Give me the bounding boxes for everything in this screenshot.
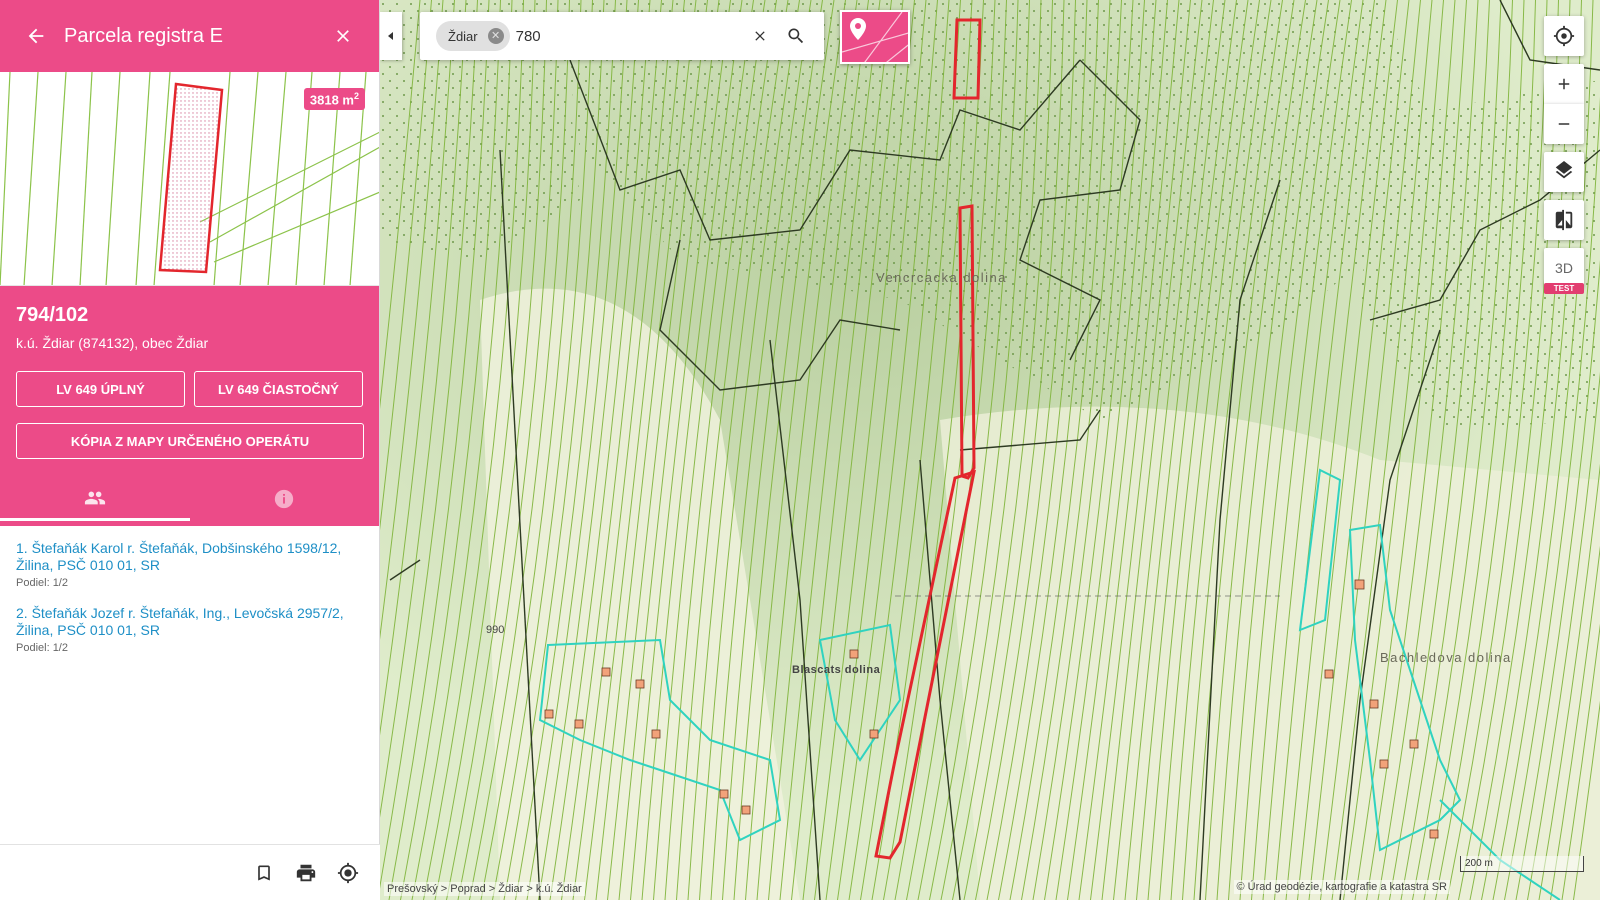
list-item: 1. Štefaňák Karol r. Štefaňák, Dobšinské… — [16, 540, 363, 589]
elevation-label: 990 — [486, 624, 505, 636]
panel-footer — [0, 844, 380, 900]
close-panel-button[interactable] — [325, 18, 361, 54]
compare-icon — [1555, 209, 1573, 231]
cadastral-map-drawing — [380, 0, 1600, 900]
chip-label: Ždiar — [448, 28, 478, 44]
owners-list: 1. Štefaňák Karol r. Štefaňák, Dobšinské… — [0, 526, 379, 684]
parcel-preview-map: 3818 m2 — [0, 72, 379, 286]
breadcrumb: Prešovský > Poprad > Ždiar > k.ú. Ždiar — [384, 882, 585, 896]
search-icon — [788, 28, 804, 44]
parcel-location: k.ú. Ždiar (874132), obec Ždiar — [16, 335, 209, 351]
parcel-info: 794/102 k.ú. Ždiar (874132), obec Ždiar … — [0, 286, 379, 526]
lv-full-button[interactable]: LV 649 ÚPLNÝ — [16, 371, 185, 407]
chip-remove-icon[interactable]: ✕ — [487, 28, 504, 44]
map-place-label: Bachledova dolina — [1380, 650, 1512, 665]
collapse-panel-button[interactable] — [380, 12, 402, 60]
tab-owners[interactable] — [0, 477, 190, 521]
layers-icon — [1555, 161, 1573, 179]
test-badge: TEST — [1544, 283, 1584, 294]
back-button[interactable] — [18, 18, 54, 54]
close-icon — [337, 30, 349, 42]
3d-button[interactable]: 3D TEST — [1544, 248, 1584, 294]
bookmark-button[interactable] — [252, 861, 276, 885]
close-icon — [755, 31, 765, 41]
compare-button[interactable] — [1544, 200, 1584, 240]
bookmark-icon — [258, 865, 270, 880]
basemap-switcher[interactable] — [840, 10, 910, 64]
search-box: Ždiar ✕ — [420, 12, 824, 60]
map-attribution: © Úrad geodézie, kartografie a katastra … — [1233, 880, 1450, 894]
search-input[interactable] — [515, 27, 742, 45]
app-root: Parcela registra E 3818 m2 794/102 k.ú. … — [0, 0, 1600, 900]
area-badge: 3818 m2 — [303, 88, 365, 111]
parcel-number: 794/102 — [16, 304, 89, 326]
search-filter-chip[interactable]: Ždiar ✕ — [436, 21, 510, 51]
owner-share: Podiel: 1/2 — [16, 642, 68, 654]
gps-button[interactable] — [1544, 16, 1584, 56]
scale-bar: 200 m — [1460, 856, 1584, 872]
zoom-in-button[interactable] — [1544, 64, 1584, 104]
tab-info[interactable] — [190, 477, 380, 521]
panel-header: Parcela registra E — [0, 0, 379, 72]
owner-link[interactable]: 1. Štefaňák Karol r. Štefaňák, Dobšinské… — [16, 540, 363, 574]
search-button[interactable] — [778, 18, 814, 54]
parcel-panel: Parcela registra E 3818 m2 794/102 k.ú. … — [0, 0, 380, 900]
list-item: 2. Štefaňák Jozef r. Štefaňák, Ing., Lev… — [16, 605, 363, 654]
people-icon — [84, 491, 105, 504]
clear-search-button[interactable] — [742, 18, 778, 54]
chevron-left-icon — [388, 32, 393, 40]
info-icon — [275, 489, 294, 509]
owner-link[interactable]: 2. Štefaňák Jozef r. Štefaňák, Ing., Lev… — [16, 605, 363, 639]
plus-icon — [1558, 78, 1570, 90]
minus-icon — [1558, 123, 1570, 125]
panel-tabs — [0, 477, 379, 521]
3d-label: 3D — [1555, 260, 1573, 276]
back-arrow-icon — [28, 28, 44, 44]
locate-parcel-button[interactable] — [336, 861, 360, 885]
map-place-label: Blascats dolina — [792, 664, 881, 676]
locate-icon — [337, 862, 359, 883]
print-icon — [296, 864, 316, 881]
owner-share: Podiel: 1/2 — [16, 577, 68, 589]
lv-partial-button[interactable]: LV 649 ČIASTOČNÝ — [194, 371, 363, 407]
panel-title: Parcela registra E — [64, 24, 223, 47]
gps-icon — [1553, 25, 1575, 47]
zoom-out-button[interactable] — [1544, 104, 1584, 144]
map-copy-button[interactable]: KÓPIA Z MAPY URČENÉHO OPERÁTU — [16, 423, 364, 459]
map-pin-icon — [842, 12, 908, 62]
map-place-label: Vencrcacka dolina — [876, 270, 1008, 285]
layers-button[interactable] — [1544, 152, 1584, 192]
map-canvas[interactable]: Vencrcacka dolina Blascats dolina Bachle… — [380, 0, 1600, 900]
print-button[interactable] — [294, 861, 318, 885]
